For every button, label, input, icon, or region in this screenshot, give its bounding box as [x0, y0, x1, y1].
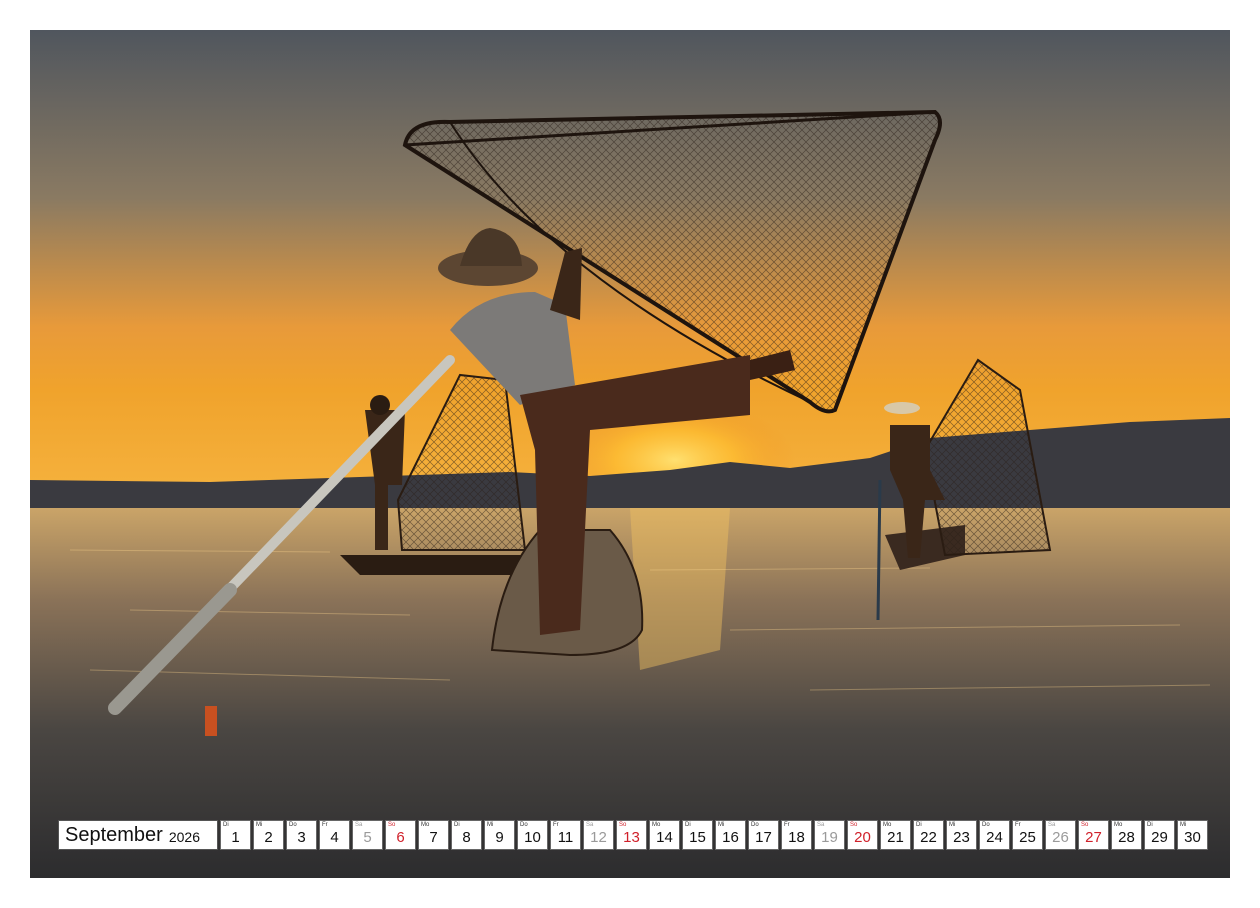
weekday-label: Di: [916, 822, 922, 828]
buoy: [205, 706, 217, 736]
weekday-label: So: [388, 822, 396, 828]
weekday-label: Fr: [1015, 822, 1021, 828]
day-cell: Di 1: [220, 820, 251, 850]
day-number: 18: [788, 829, 805, 846]
weekday-label: Sa: [1048, 822, 1056, 828]
day-number: 17: [755, 829, 772, 846]
weekday-label: Sa: [355, 822, 363, 828]
day-number: 4: [330, 829, 339, 846]
month-name: September: [65, 823, 163, 846]
day-number: 12: [590, 829, 607, 846]
day-cell: Mi 2: [253, 820, 284, 850]
weekday-label: Di: [223, 822, 229, 828]
day-number: 28: [1118, 829, 1135, 846]
day-number: 19: [821, 829, 838, 846]
weekday-label: Mo: [883, 822, 892, 828]
day-cell: Mo 21: [880, 820, 911, 850]
day-cell: Di 15: [682, 820, 713, 850]
month-year: 2026: [168, 828, 200, 845]
day-cell: So 27: [1078, 820, 1109, 850]
day-cell: Mi 30: [1177, 820, 1208, 850]
weekday-label: Mi: [256, 822, 263, 828]
month-label: September 2026: [58, 820, 218, 850]
calendar-photo: [30, 30, 1230, 878]
weekday-label: Mo: [652, 822, 661, 828]
day-number: 5: [363, 829, 372, 846]
day-number: 15: [689, 829, 706, 846]
day-number: 22: [920, 829, 937, 846]
weekday-label: So: [619, 822, 627, 828]
weekday-label: So: [1081, 822, 1089, 828]
weekday-label: Mi: [949, 822, 956, 828]
day-cell: Sa 5: [352, 820, 383, 850]
day-cell: Fr 18: [781, 820, 812, 850]
weekday-label: Mo: [421, 822, 430, 828]
day-cell: Do 3: [286, 820, 317, 850]
day-number: 30: [1184, 829, 1201, 846]
day-cell: So 20: [847, 820, 878, 850]
day-cell: Do 17: [748, 820, 779, 850]
day-cell: Fr 25: [1012, 820, 1043, 850]
day-number: 13: [623, 829, 640, 846]
day-cell: Sa 26: [1045, 820, 1076, 850]
weekday-label: Fr: [322, 822, 328, 828]
weekday-label: Mi: [718, 822, 725, 828]
day-cell: Di 22: [913, 820, 944, 850]
weekday-label: Mo: [1114, 822, 1123, 828]
weekday-label: Do: [289, 822, 297, 828]
day-number: 2: [264, 829, 273, 846]
weekday-label: Fr: [784, 822, 790, 828]
day-cell: Do 24: [979, 820, 1010, 850]
day-number: 6: [396, 829, 405, 846]
day-cell: So 13: [616, 820, 647, 850]
day-cell: Sa 12: [583, 820, 614, 850]
day-number: 20: [854, 829, 871, 846]
weekday-label: Do: [751, 822, 759, 828]
day-number: 8: [462, 829, 471, 846]
day-cell: Mi 16: [715, 820, 746, 850]
day-cell: Mi 23: [946, 820, 977, 850]
day-number: 26: [1052, 829, 1069, 846]
day-number: 7: [429, 829, 438, 846]
day-number: 9: [495, 829, 504, 846]
weekday-label: Di: [454, 822, 460, 828]
weekday-label: Fr: [553, 822, 559, 828]
day-cell: Mi 9: [484, 820, 515, 850]
day-number: 11: [557, 829, 574, 846]
day-number: 10: [524, 829, 541, 846]
weekday-label: Mi: [1180, 822, 1187, 828]
day-number: 16: [722, 829, 739, 846]
day-cell: Mo 7: [418, 820, 449, 850]
weekday-label: So: [850, 822, 858, 828]
weekday-label: Do: [520, 822, 528, 828]
day-number: 27: [1085, 829, 1102, 846]
calendar-strip: September 2026 Di 1 Mi 2 Do 3 Fr 4 Sa 5 So 6 Mo 7 Di 8 M…: [58, 820, 1210, 852]
day-number: 21: [887, 829, 904, 846]
weekday-label: Di: [1147, 822, 1153, 828]
day-cell: Mo 28: [1111, 820, 1142, 850]
day-number: 24: [986, 829, 1003, 846]
day-cell: Do 10: [517, 820, 548, 850]
weekday-label: Mi: [487, 822, 494, 828]
day-number: 23: [953, 829, 970, 846]
day-number: 25: [1019, 829, 1036, 846]
sun-reflection: [630, 508, 730, 670]
fishermen-sunset-photo: [30, 30, 1230, 878]
day-cell: Sa 19: [814, 820, 845, 850]
day-cell: Fr 11: [550, 820, 581, 850]
day-number: 1: [231, 829, 240, 846]
day-cell: Di 8: [451, 820, 482, 850]
day-number: 29: [1151, 829, 1168, 846]
day-cell: Mo 14: [649, 820, 680, 850]
day-cell: Di 29: [1144, 820, 1175, 850]
day-number: 3: [297, 829, 306, 846]
weekday-label: Do: [982, 822, 990, 828]
day-cell: Fr 4: [319, 820, 350, 850]
weekday-label: Sa: [586, 822, 594, 828]
day-number: 14: [656, 829, 673, 846]
day-cell: So 6: [385, 820, 416, 850]
weekday-label: Di: [685, 822, 691, 828]
day-cells: Di 1 Mi 2 Do 3 Fr 4 Sa 5 So 6 Mo 7 Di 8 Mi 9 Do 10 Fr 11 Sa 12 S…: [220, 820, 1210, 852]
weekday-label: Sa: [817, 822, 825, 828]
